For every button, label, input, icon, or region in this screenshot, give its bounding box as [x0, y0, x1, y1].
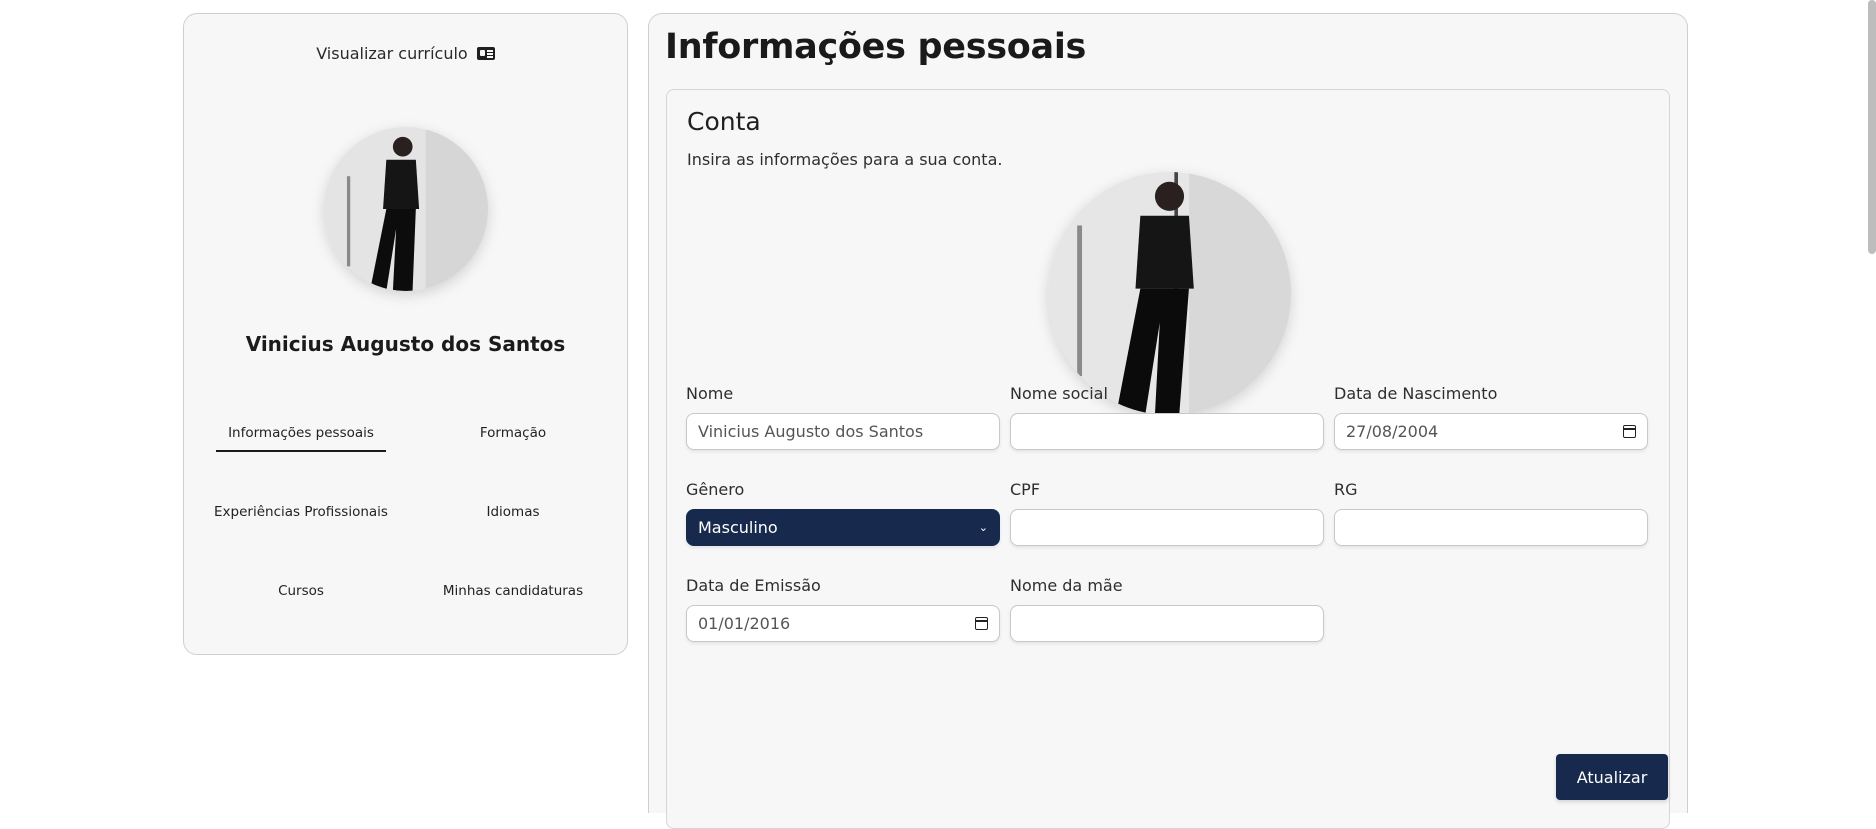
- nav-personal-info[interactable]: Informações pessoais: [196, 425, 406, 452]
- nav-education[interactable]: Formação: [408, 425, 618, 441]
- issue-date-label: Data de Emissão: [686, 576, 821, 595]
- gender-value: Masculino: [698, 518, 778, 537]
- calendar-icon[interactable]: [975, 617, 988, 630]
- view-resume-label: Visualizar currículo: [316, 44, 468, 63]
- account-avatar[interactable]: [1048, 172, 1291, 415]
- mother-name-label: Nome da mãe: [1010, 576, 1123, 595]
- rg-input[interactable]: [1334, 509, 1648, 546]
- nav-my-applications[interactable]: Minhas candidaturas: [408, 583, 618, 599]
- user-name: Vinicius Augusto dos Santos: [245, 332, 566, 356]
- card-subtitle: Insira as informações para a sua conta.: [687, 150, 1003, 169]
- profile-sidebar: Visualizar currículo Vinicius Augusto do…: [183, 13, 628, 655]
- gender-label: Gênero: [686, 480, 745, 499]
- issue-date-field-group: Data de Emissão 01/01/2016: [686, 576, 1000, 642]
- social-name-label: Nome social: [1010, 384, 1108, 403]
- name-value: Vinicius Augusto dos Santos: [698, 422, 924, 441]
- cpf-input[interactable]: [1010, 509, 1324, 546]
- nav-work-experience[interactable]: Experiências Profissionais: [196, 504, 406, 520]
- birth-date-input[interactable]: 27/08/2004: [1334, 413, 1648, 450]
- social-name-field-group: Nome social: [1010, 384, 1324, 450]
- name-input[interactable]: Vinicius Augusto dos Santos: [686, 413, 1000, 450]
- view-resume-link[interactable]: Visualizar currículo: [184, 44, 627, 63]
- page-scrollbar[interactable]: [1868, 0, 1876, 254]
- card-title: Conta: [687, 107, 761, 136]
- rg-field-group: RG: [1334, 480, 1648, 546]
- nav-languages[interactable]: Idiomas: [408, 504, 618, 520]
- page-title: Informações pessoais: [665, 27, 1087, 67]
- cpf-label: CPF: [1010, 480, 1041, 499]
- sidebar-avatar: [324, 127, 488, 291]
- nav-courses[interactable]: Cursos: [196, 583, 406, 599]
- birth-date-label: Data de Nascimento: [1334, 384, 1498, 403]
- issue-date-input[interactable]: 01/01/2016: [686, 605, 1000, 642]
- update-button[interactable]: Atualizar: [1556, 754, 1668, 800]
- birth-date-value: 27/08/2004: [1346, 422, 1439, 441]
- mother-name-field-group: Nome da mãe: [1010, 576, 1324, 642]
- birth-date-field-group: Data de Nascimento 27/08/2004: [1334, 384, 1648, 450]
- cpf-field-group: CPF: [1010, 480, 1324, 546]
- name-field-group: Nome Vinicius Augusto dos Santos: [686, 384, 1000, 450]
- mother-name-input[interactable]: [1010, 605, 1324, 642]
- gender-field-group: Gênero Masculino ⌄: [686, 480, 1000, 546]
- personal-info-panel: Informações pessoais Conta Insira as inf…: [648, 13, 1688, 829]
- id-card-icon: [476, 47, 495, 60]
- rg-label: RG: [1334, 480, 1358, 499]
- calendar-icon[interactable]: [1623, 425, 1636, 438]
- issue-date-value: 01/01/2016: [698, 614, 791, 633]
- social-name-input[interactable]: [1010, 413, 1324, 450]
- chevron-down-icon: ⌄: [978, 521, 988, 534]
- gender-select[interactable]: Masculino ⌄: [686, 509, 1000, 546]
- account-card: Conta Insira as informações para a sua c…: [666, 89, 1670, 829]
- name-label: Nome: [686, 384, 734, 403]
